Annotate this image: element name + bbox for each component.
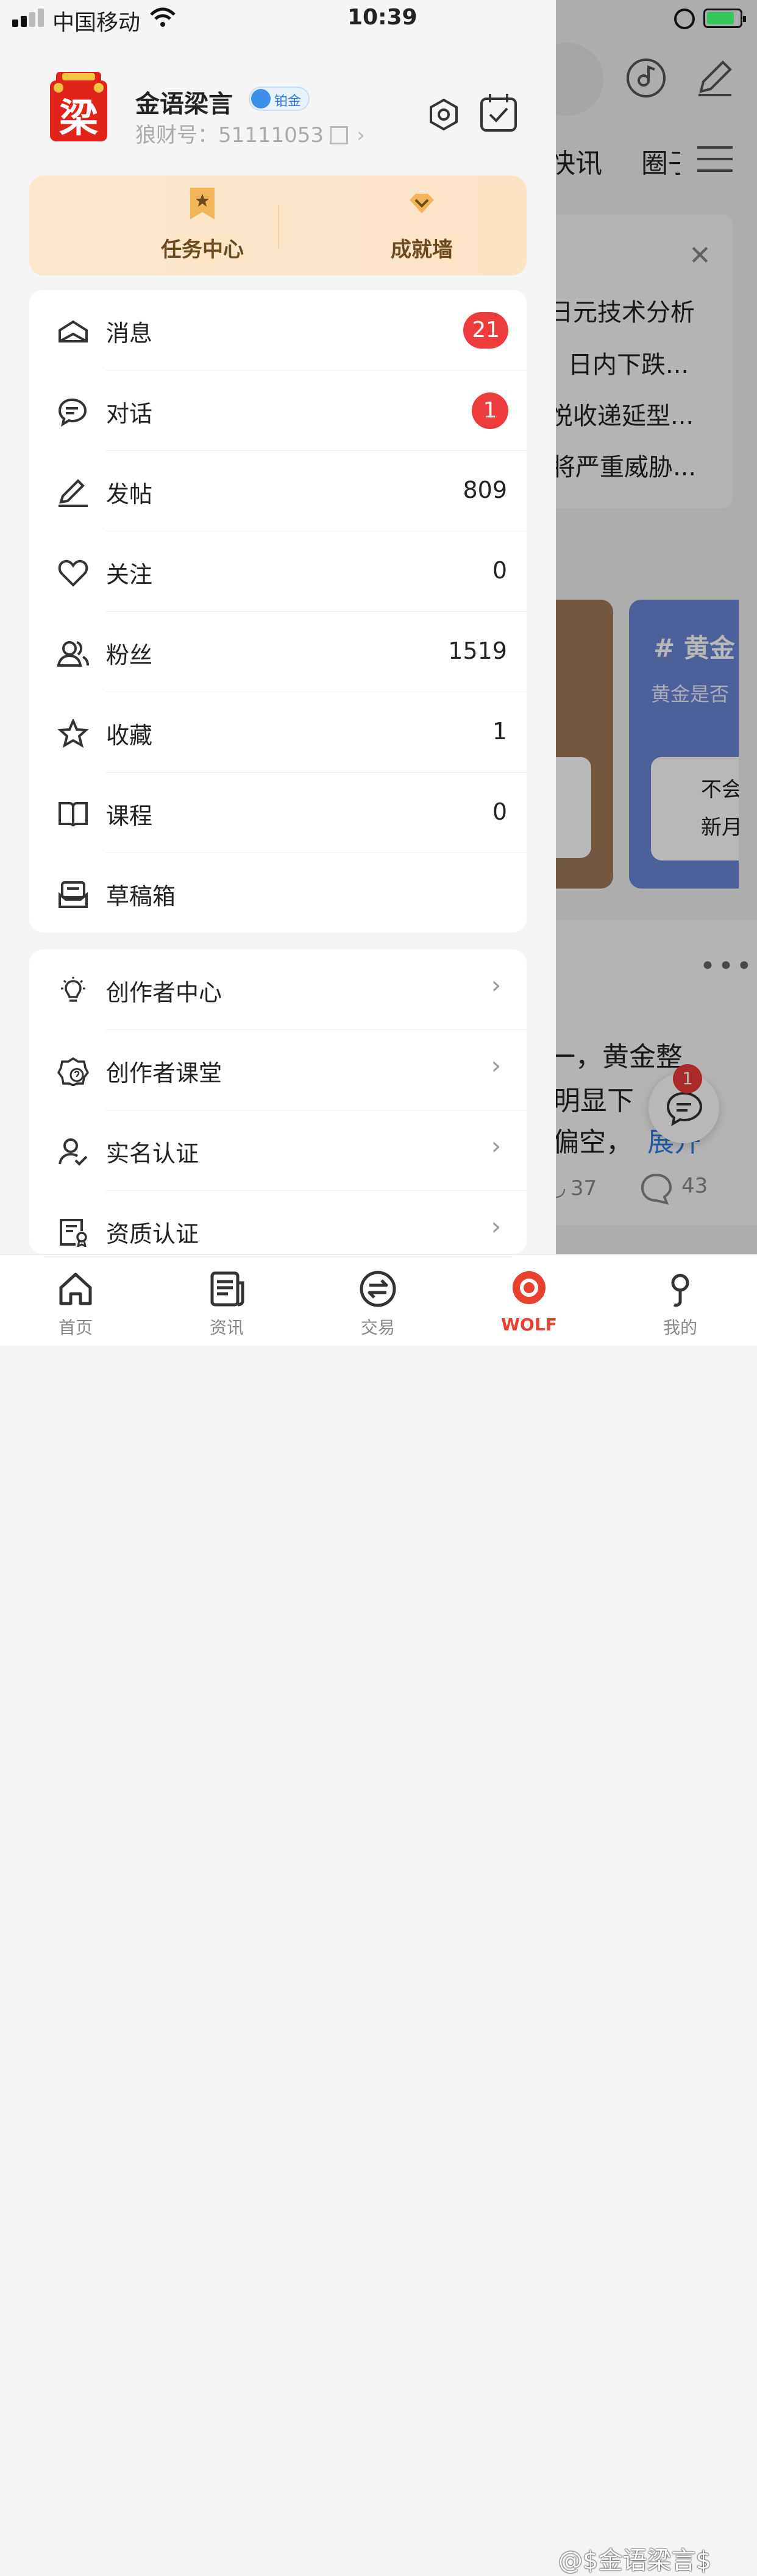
watermark: @$金语梁言$ — [558, 2547, 711, 2575]
carrier-name: 中国移动 — [52, 10, 141, 35]
menu-label: 创作者课堂 — [106, 1060, 222, 1087]
menu-item-drafts[interactable]: 草稿箱 — [29, 853, 527, 932]
task-center-button[interactable]: 任务中心 — [123, 186, 282, 266]
exchange-icon — [360, 1271, 396, 1307]
wolf-logo-icon — [513, 1271, 546, 1304]
chat-bubble-icon — [58, 398, 87, 427]
menu-label: 课程 — [106, 803, 153, 829]
diamond-icon — [410, 194, 434, 213]
profile-id-row[interactable]: 狼财号：51111053 › — [135, 118, 365, 148]
profile-icon — [671, 1274, 689, 1307]
tier-icon — [251, 89, 271, 108]
menu-label: 实名认证 — [106, 1140, 199, 1167]
task-center-label: 任务中心 — [161, 238, 244, 262]
creator-menu-card: 创作者中心 › 创作者课堂 › 实名认证 › 资质认证 › — [29, 949, 527, 1254]
menu-label: 粉丝 — [106, 642, 153, 669]
menu-value: 0 — [492, 798, 507, 825]
main-menu-card: 消息 21 对话 1 发帖 809 关注 0 粉丝 1519 收藏 1 课程 0… — [29, 290, 527, 932]
unread-badge: 21 — [463, 312, 508, 349]
wifi-icon — [150, 7, 176, 27]
bottom-tab-bar: 首页 资讯 交易 WOLF 我的 @$金语梁言$ — [0, 1254, 757, 2575]
achievement-wall-label: 成就墙 — [391, 238, 453, 262]
clock-time: 10:39 — [347, 5, 418, 30]
chevron-right-icon: › — [491, 1132, 501, 1160]
orientation-lock-icon — [674, 9, 695, 29]
battery-icon — [703, 9, 746, 28]
tab-home[interactable]: 首页 — [33, 1269, 118, 1339]
profile-id-value: 51111053 — [218, 123, 324, 147]
card-divider — [278, 205, 279, 249]
menu-label: 对话 — [106, 400, 153, 427]
tab-label: 首页 — [58, 1318, 93, 1338]
chevron-right-icon: › — [491, 971, 501, 999]
menu-item-messages[interactable]: 消息 21 — [29, 290, 527, 371]
tab-trade[interactable]: 交易 — [335, 1269, 421, 1339]
menu-item-courses[interactable]: 课程 0 — [29, 773, 527, 853]
menu-label: 资质认证 — [106, 1221, 199, 1247]
menu-label: 创作者中心 — [106, 979, 222, 1006]
drafts-box-icon — [59, 881, 88, 908]
task-achievement-card: 任务中心 成就墙 — [29, 176, 527, 275]
tab-wolf[interactable]: WOLF — [486, 1269, 572, 1335]
star-icon — [57, 719, 89, 748]
home-icon — [59, 1272, 92, 1305]
menu-value: 0 — [492, 557, 507, 584]
menu-label: 关注 — [106, 561, 153, 588]
menu-item-following[interactable]: 关注 0 — [29, 531, 527, 612]
chevron-right-icon: › — [491, 1213, 501, 1241]
menu-label: 消息 — [106, 320, 153, 347]
menu-item-favorites[interactable]: 收藏 1 — [29, 692, 527, 773]
lightbulb-icon — [61, 977, 85, 1002]
tab-news[interactable]: 资讯 — [184, 1269, 269, 1339]
envelope-icon — [59, 320, 88, 342]
status-bar: 中国移动 10:39 — [0, 0, 757, 38]
menu-value: 809 — [463, 477, 507, 503]
users-icon — [57, 641, 89, 667]
question-badge-icon — [57, 1057, 89, 1086]
tab-label: WOLF — [501, 1315, 557, 1335]
tier-badge[interactable]: 铂金 — [249, 87, 310, 111]
tab-label: 交易 — [360, 1318, 395, 1338]
tab-label: 我的 — [663, 1318, 697, 1338]
menu-value: 1519 — [448, 637, 507, 664]
settings-hexagon-icon[interactable] — [427, 98, 461, 132]
book-icon — [59, 802, 88, 827]
menu-item-creator-center[interactable]: 创作者中心 › — [29, 949, 527, 1030]
pen-icon — [59, 479, 88, 507]
svg-text:梁: 梁 — [59, 96, 98, 141]
heart-icon — [58, 559, 88, 587]
chevron-right-icon: › — [357, 123, 365, 147]
check-in-calendar-icon[interactable] — [479, 93, 518, 133]
news-icon — [210, 1271, 244, 1307]
profile-name[interactable]: 金语梁言 — [135, 84, 233, 119]
tab-label: 资讯 — [209, 1318, 244, 1338]
menu-item-creator-classroom[interactable]: 创作者课堂 › — [29, 1030, 527, 1110]
tab-me[interactable]: 我的 — [638, 1269, 723, 1339]
profile-avatar[interactable]: 梁 — [48, 72, 110, 145]
qr-code-icon — [330, 126, 349, 144]
unread-badge: 1 — [472, 392, 508, 429]
profile-id-label: 狼财号： — [135, 123, 218, 147]
menu-item-fans[interactable]: 粉丝 1519 — [29, 612, 527, 692]
side-drawer: 中国移动 10:39 梁 金语梁言 铂金 狼财号：51111053 › 任务中心… — [0, 0, 746, 1346]
menu-item-qualification-verification[interactable]: 资质认证 › — [29, 1191, 527, 1254]
menu-item-posts[interactable]: 发帖 809 — [29, 451, 527, 531]
menu-item-real-name-verification[interactable]: 实名认证 › — [29, 1110, 527, 1191]
menu-item-conversations[interactable]: 对话 1 — [29, 371, 527, 451]
achievement-wall-button[interactable]: 成就墙 — [343, 186, 501, 266]
menu-value: 1 — [492, 718, 507, 745]
user-check-icon — [59, 1138, 88, 1166]
menu-label: 草稿箱 — [106, 883, 176, 910]
certificate-icon — [60, 1219, 87, 1247]
bookmark-star-icon — [190, 188, 215, 219]
tier-label: 铂金 — [274, 94, 302, 109]
menu-label: 收藏 — [106, 722, 153, 749]
menu-label: 发帖 — [106, 481, 153, 508]
chevron-right-icon: › — [491, 1052, 501, 1080]
